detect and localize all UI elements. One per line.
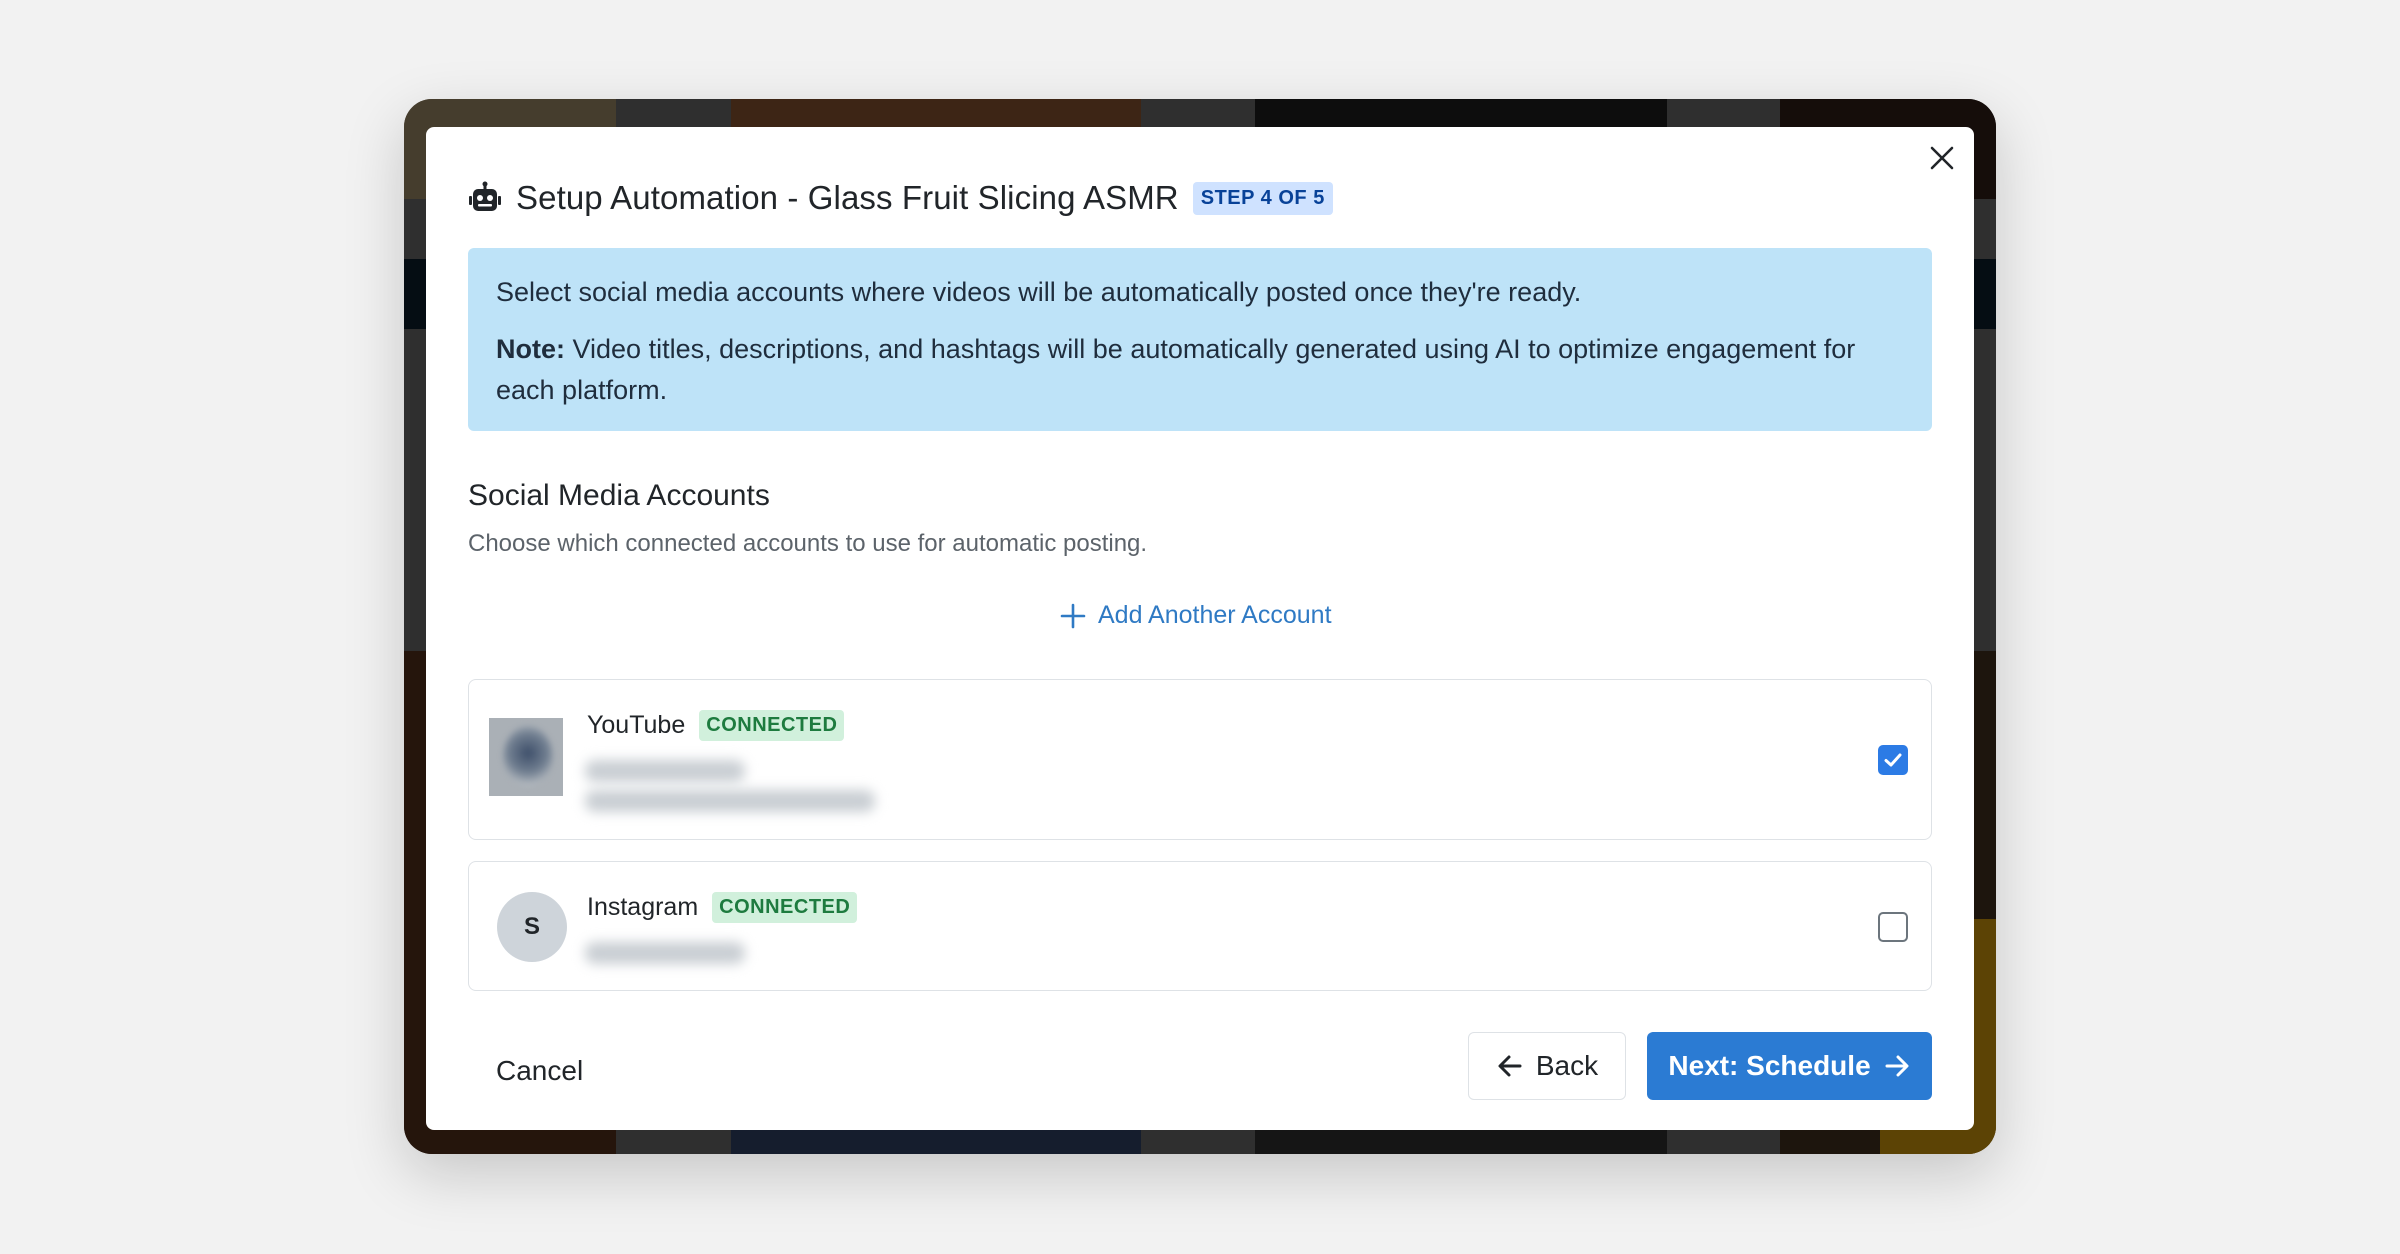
account-checkbox-instagram[interactable] [1878,912,1908,942]
status-badge: CONNECTED [712,892,858,923]
plus-icon [1060,603,1086,628]
account-handle-redacted [585,942,745,964]
platform-name: YouTube [587,711,686,739]
account-header: Instagram CONNECTED [587,892,858,923]
account-header: YouTube CONNECTED [587,710,845,741]
modal-title: Setup Automation - Glass Fruit Slicing A… [516,179,1179,216]
add-another-account-button[interactable]: Add Another Account [1060,601,1332,630]
account-handle-redacted [585,790,875,812]
back-label: Back [1535,1050,1599,1081]
info-text: Select social media accounts where video… [496,277,1582,307]
info-alert: Select social media accounts where video… [468,248,1932,431]
info-note: Note: Video titles, descriptions, and ha… [496,329,1904,411]
close-button[interactable] [1924,140,1960,176]
setup-automation-modal: Setup Automation - Glass Fruit Slicing A… [426,127,1974,1130]
platform-name: Instagram [587,893,699,921]
modal-header: Setup Automation - Glass Fruit Slicing A… [468,163,1932,233]
section-subtitle: Choose which connected accounts to use f… [468,530,1148,557]
back-button[interactable]: Back [1468,1032,1626,1100]
cancel-button[interactable]: Cancel [496,1055,583,1087]
avatar [489,718,563,796]
account-name-redacted [585,760,745,782]
account-card-instagram[interactable]: S Instagram CONNECTED [468,861,1932,991]
arrow-left-icon [1496,1052,1524,1080]
step-badge: STEP 4 OF 5 [1192,181,1333,215]
note-label: Note: [496,334,565,364]
close-icon [1930,146,1954,170]
next-schedule-button[interactable]: Next: Schedule [1647,1032,1932,1100]
check-icon [1884,753,1902,767]
arrow-right-icon [1883,1052,1911,1080]
status-badge: CONNECTED [699,710,845,741]
robot-icon [468,181,502,215]
next-label: Next: Schedule [1668,1050,1871,1081]
add-account-label: Add Another Account [1098,601,1332,629]
note-text: Video titles, descriptions, and hashtags… [496,334,1856,405]
account-checkbox-youtube[interactable] [1878,745,1908,775]
account-card-youtube[interactable]: YouTube CONNECTED [468,679,1932,840]
avatar: S [497,892,567,962]
section-title: Social Media Accounts [468,479,770,512]
